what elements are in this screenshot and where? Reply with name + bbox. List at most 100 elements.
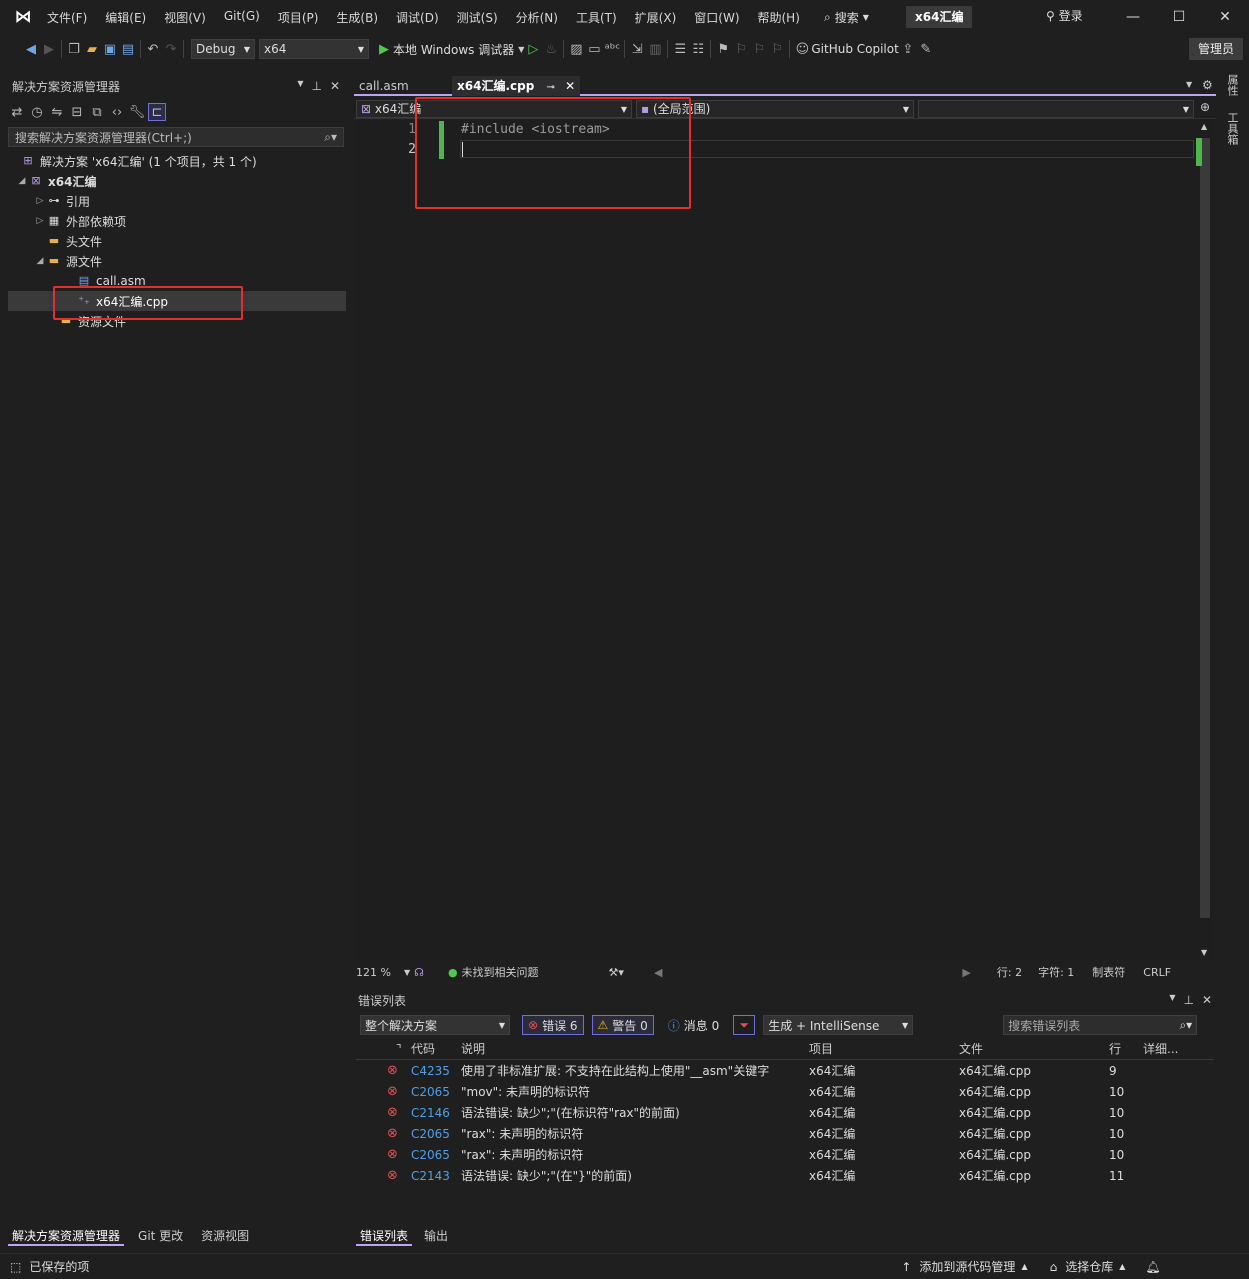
tree-solution-root[interactable]: ⊞ 解决方案 'x64汇编' (1 个项目，共 1 个) [20, 151, 256, 171]
comment-icon[interactable]: ☰ [671, 40, 689, 58]
new-project-icon[interactable]: ❐ [65, 40, 83, 58]
share-icon[interactable]: ⇪ [899, 40, 917, 58]
minimize-button[interactable]: — [1120, 5, 1146, 29]
undo-icon[interactable]: ↶ [144, 40, 162, 58]
next-bookmark-icon[interactable]: ⚐ [750, 40, 768, 58]
warnings-filter-toggle[interactable]: ⚠ 警告 0 [591, 1015, 654, 1035]
cursor-col[interactable]: 字符: 1 [1038, 964, 1074, 980]
breakpoint-icon[interactable]: ▥ [646, 40, 664, 58]
tree-references[interactable]: ▷ ⊶ 引用 [34, 191, 90, 211]
hot-reload-icon[interactable]: ♨ [542, 40, 560, 58]
pin-icon[interactable]: ⊥ [1183, 993, 1193, 1007]
error-cell-code[interactable]: C4235 [411, 1061, 450, 1081]
pin-icon[interactable]: ⊸ [546, 82, 554, 93]
clear-bookmarks-icon[interactable]: ⚐ [768, 40, 786, 58]
issues-status[interactable]: 未找到相关问题 [462, 964, 539, 980]
tab-error-list[interactable]: 错误列表 [356, 1226, 413, 1246]
chevron-down-icon[interactable]: ▼ [1201, 948, 1207, 957]
bookmark-icon[interactable]: ⚑ [714, 40, 732, 58]
platform-select[interactable]: x64 ▼ [259, 39, 369, 59]
tree-project[interactable]: ◢ ⊠ x64汇编 [16, 171, 97, 191]
preview-icon[interactable]: ⊏ [148, 103, 166, 121]
solution-search-input[interactable]: 搜索解决方案资源管理器(Ctrl+;) ⌕▾ [8, 127, 344, 147]
properties-icon[interactable]: 🔧︎ [128, 103, 146, 121]
switch-views-icon[interactable]: ⇄ [8, 103, 26, 121]
column-header-file[interactable]: 文件 [959, 1039, 983, 1059]
menu-project[interactable]: 项目(P) [269, 9, 328, 26]
menu-build[interactable]: 生成(B) [327, 9, 387, 26]
prev-bookmark-icon[interactable]: ⚐ [732, 40, 750, 58]
tree-header-files[interactable]: ▬ 头文件 [46, 231, 102, 251]
error-cell-code[interactable]: C2065 [411, 1082, 450, 1102]
tree-source-files[interactable]: ◢ ▬ 源文件 [34, 251, 102, 271]
add-to-source-control[interactable]: 添加到源代码管理 [919, 1258, 1015, 1275]
copilot-button[interactable]: GitHub Copilot [811, 42, 898, 56]
chevron-down-icon[interactable]: ▼ [404, 968, 410, 977]
start-without-debugging-icon[interactable]: ▷ [524, 40, 542, 58]
tree-external-deps[interactable]: ▷ ▦ 外部依赖项 [34, 211, 126, 231]
indent-mode[interactable]: 制表符 [1092, 964, 1125, 980]
messages-filter-toggle[interactable]: ⓘ 消息 0 [662, 1015, 725, 1035]
step-icon[interactable]: ⇲ [628, 40, 646, 58]
spellcheck-icon[interactable]: ᵃᵇᶜ [603, 40, 621, 58]
error-cell-code[interactable]: C2065 [411, 1124, 450, 1144]
zoom-level[interactable]: 121 % [356, 966, 404, 979]
feedback-icon[interactable]: ✎ [917, 40, 935, 58]
layout-icon[interactable]: ▭ [585, 40, 603, 58]
editor-scrollbar[interactable]: ▲ ▼ [1196, 120, 1214, 960]
chevron-up-icon[interactable]: ▲ [1201, 122, 1207, 131]
collapsed-arrow-icon[interactable]: ▷ [34, 216, 46, 226]
errors-filter-toggle[interactable]: ⊗ 错误 6 [522, 1015, 584, 1035]
expanded-arrow-icon[interactable]: ◢ [34, 256, 46, 266]
close-icon[interactable]: ✕ [330, 79, 340, 93]
menu-edit[interactable]: 编辑(E) [96, 9, 155, 26]
open-folder-icon[interactable]: ▰ [83, 40, 101, 58]
menu-extensions[interactable]: 扩展(X) [626, 9, 686, 26]
properties-tab[interactable]: 属性 [1226, 74, 1240, 96]
solution-folder-icon[interactable]: ▨ [567, 40, 585, 58]
menu-view[interactable]: 视图(V) [155, 9, 215, 26]
uncomment-icon[interactable]: ☷ [689, 40, 707, 58]
close-icon[interactable]: ✕ [1202, 993, 1212, 1007]
save-all-icon[interactable]: ▤ [119, 40, 137, 58]
notification-bell-icon[interactable]: 🔔︎ [1145, 1260, 1160, 1274]
scroll-left-icon[interactable]: ◀ [654, 966, 662, 979]
error-cell-code[interactable]: C2143 [411, 1166, 450, 1186]
save-icon[interactable]: ▣ [101, 40, 119, 58]
intellicode-icon[interactable]: ☊ [414, 966, 424, 979]
back-icon[interactable]: ◀ [22, 40, 40, 58]
menu-git[interactable]: Git(G) [215, 9, 269, 26]
chevron-down-icon[interactable]: ▼ [1169, 993, 1175, 1007]
chevron-down-icon[interactable]: ▼ [297, 79, 303, 93]
chevron-down-icon[interactable]: ▼ [1186, 80, 1192, 89]
menu-tools[interactable]: 工具(T) [567, 9, 626, 26]
column-header-description[interactable]: 说明 [461, 1039, 485, 1059]
show-all-files-icon[interactable]: ⧉ [88, 103, 106, 121]
copilot-icon[interactable]: ☺ [793, 40, 811, 58]
filter-button[interactable]: ⏷ [733, 1015, 756, 1035]
pin-icon[interactable]: ⊥ [311, 79, 321, 93]
scroll-right-icon[interactable]: ▶ [962, 966, 970, 979]
menu-debug[interactable]: 调试(D) [387, 9, 448, 26]
collapsed-arrow-icon[interactable]: ▷ [34, 196, 46, 206]
menu-help[interactable]: 帮助(H) [749, 9, 809, 26]
error-search-input[interactable]: 搜索错误列表 ⌕▾ [1003, 1015, 1198, 1035]
global-search[interactable]: ⌕ 搜索 ▼ [824, 7, 869, 27]
tab-solution-explorer[interactable]: 解决方案资源管理器 [8, 1226, 125, 1246]
tab-resource-view[interactable]: 资源视图 [197, 1226, 253, 1246]
gear-icon[interactable]: ⚙ [1202, 78, 1213, 92]
start-debugger-button[interactable]: 本地 Windows 调试器 [393, 41, 514, 58]
menu-window[interactable]: 窗口(W) [685, 9, 748, 26]
column-header-code[interactable]: 代码 [411, 1039, 435, 1059]
tab-x64-cpp[interactable]: x64汇编.cpp ⊸ ✕ [452, 76, 581, 96]
close-window-button[interactable]: ✕ [1212, 5, 1238, 29]
close-icon[interactable]: ✕ [565, 79, 575, 93]
column-header-details[interactable]: 详细... [1143, 1039, 1178, 1059]
login-button[interactable]: ⚲ 登录 [1046, 7, 1083, 24]
collapse-all-icon[interactable]: ⊟ [68, 103, 86, 121]
sync-icon[interactable]: ⇋ [48, 103, 66, 121]
error-cell-code[interactable]: C2146 [411, 1103, 450, 1123]
redo-icon[interactable]: ↷ [162, 40, 180, 58]
code-editor[interactable] [374, 120, 1196, 960]
menu-file[interactable]: 文件(F) [38, 9, 96, 26]
